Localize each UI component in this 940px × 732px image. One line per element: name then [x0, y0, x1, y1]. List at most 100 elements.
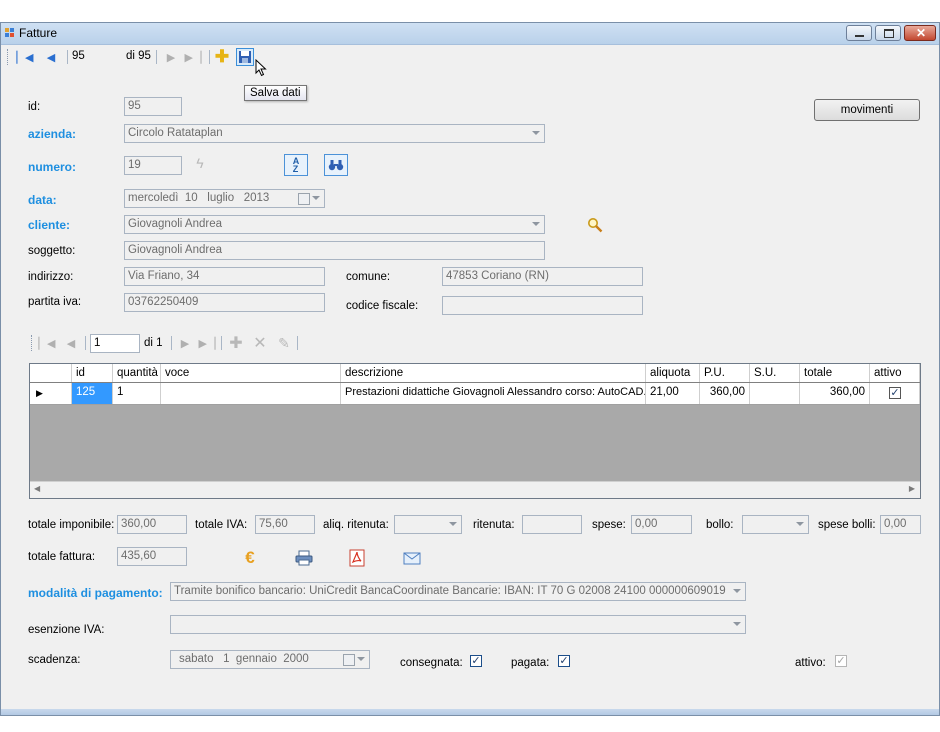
table-row[interactable]: ▶ 125 1 Prestazioni didattiche Giovagnol… — [30, 383, 920, 405]
col-header-attivo[interactable]: attivo — [870, 364, 920, 382]
aliq-ritenuta-combo[interactable] — [394, 515, 462, 534]
sort-az-icon[interactable]: AZ — [284, 154, 308, 176]
delete-row-icon: ✕ — [253, 335, 267, 352]
cliente-combo[interactable]: Giovagnoli Andrea — [124, 215, 545, 234]
bollo-combo[interactable] — [742, 515, 809, 534]
data-date-picker[interactable]: mercoledì 10 luglio 2013 — [124, 189, 325, 208]
cell-id[interactable]: 125 — [72, 383, 113, 404]
col-header-totale[interactable]: totale — [800, 364, 870, 382]
pagata-checkbox[interactable]: ✓ — [558, 655, 570, 667]
cliente-label: cliente: — [28, 218, 71, 232]
close-button[interactable]: ✕ — [904, 25, 936, 41]
title-bar: Fatture ✕ — [1, 23, 939, 45]
soggetto-field[interactable]: Giovagnoli Andrea — [124, 241, 545, 260]
pdf-icon[interactable] — [348, 548, 366, 568]
chevron-down-icon[interactable] — [312, 196, 320, 200]
cell-totale[interactable]: 360,00 — [800, 383, 870, 404]
add-record-icon[interactable]: ✚ — [214, 47, 230, 66]
calendar-icon[interactable] — [298, 193, 310, 205]
totale-iva-field[interactable]: 75,60 — [255, 515, 315, 534]
indirizzo-field[interactable]: Via Friano, 34 — [124, 267, 325, 286]
spese-label: spese: — [592, 519, 626, 531]
data-date: 10 — [184, 192, 198, 204]
totale-fattura-label: totale fattura: — [28, 551, 96, 563]
cell-su[interactable] — [750, 383, 800, 404]
spese-bolli-field[interactable]: 0,00 — [880, 515, 921, 534]
chevron-down-icon[interactable] — [733, 589, 741, 593]
edit-pencil-icon: ✎ — [278, 334, 290, 351]
modalita-pagamento-label: modalità di pagamento: — [28, 586, 163, 600]
consegnata-label: consegnata: — [400, 657, 463, 669]
totale-fattura-field[interactable]: 435,60 — [117, 547, 187, 566]
col-header-pu[interactable]: P.U. — [700, 364, 750, 382]
chevron-down-icon[interactable] — [449, 522, 457, 526]
cell-quantita[interactable]: 1 — [113, 383, 161, 404]
chevron-down-icon[interactable] — [532, 131, 540, 135]
spese-field[interactable]: 0,00 — [631, 515, 692, 534]
partita-iva-field[interactable]: 03762250409 — [124, 293, 325, 312]
col-header-id[interactable]: id — [72, 364, 113, 382]
ritenuta-label: ritenuta: — [473, 519, 515, 531]
col-header-descrizione[interactable]: descrizione — [341, 364, 646, 382]
cell-descrizione[interactable]: Prestazioni didattiche Giovagnoli Alessa… — [341, 383, 646, 404]
chevron-down-icon[interactable] — [357, 657, 365, 661]
azienda-value: Circolo Ratataplan — [128, 127, 223, 139]
id-field[interactable]: 95 — [124, 97, 182, 116]
chevron-down-icon[interactable] — [532, 222, 540, 226]
invoice-lines-grid[interactable]: id quantità voce descrizione aliquota P.… — [29, 363, 921, 499]
previous-record-icon[interactable]: ◀ — [43, 49, 59, 65]
row-position-input[interactable]: 1 — [90, 334, 140, 353]
printer-icon[interactable] — [294, 549, 314, 567]
scroll-left-icon[interactable]: ◀ — [34, 484, 40, 493]
id-label: id: — [28, 101, 41, 113]
email-icon[interactable] — [402, 550, 422, 566]
cell-voce[interactable] — [161, 383, 341, 404]
cell-pu[interactable]: 360,00 — [700, 383, 750, 404]
codice-fiscale-field[interactable] — [442, 296, 643, 315]
modalita-pagamento-combo[interactable]: Tramite bonifico bancario: UniCredit Ban… — [170, 582, 746, 601]
azienda-combo[interactable]: Circolo Ratataplan — [124, 124, 545, 143]
col-header-voce[interactable]: voce — [161, 364, 341, 382]
ritenuta-field[interactable] — [522, 515, 582, 534]
save-data-icon[interactable] — [236, 48, 254, 66]
last-row-icon: ▶▕ — [198, 337, 216, 350]
minimize-button[interactable] — [846, 25, 872, 41]
esenzione-iva-combo[interactable] — [170, 615, 746, 634]
scroll-right-icon[interactable]: ▶ — [909, 484, 915, 493]
consegnata-checkbox[interactable]: ✓ — [470, 655, 482, 667]
first-row-icon: ▏◀ — [38, 337, 56, 350]
add-row-icon: ✚ — [229, 335, 243, 352]
bollo-label: bollo: — [706, 519, 734, 531]
numero-field[interactable]: 19 — [124, 156, 182, 175]
row-attivo-checkbox[interactable]: ✓ — [889, 387, 901, 399]
chevron-down-icon[interactable] — [733, 622, 741, 626]
rows-toolbar-grip[interactable] — [31, 335, 35, 351]
toolbar-grip[interactable] — [7, 49, 11, 65]
calendar-icon[interactable] — [343, 654, 355, 666]
scadenza-date: 1 — [223, 653, 230, 665]
totale-imponibile-field[interactable]: 360,00 — [117, 515, 187, 534]
app-icon — [5, 28, 15, 38]
col-header-quantita[interactable]: quantità — [113, 364, 161, 382]
cell-aliquota[interactable]: 21,00 — [646, 383, 700, 404]
movimenti-button[interactable]: movimenti — [814, 99, 920, 121]
search-client-icon[interactable] — [586, 216, 604, 234]
scadenza-day: sabato — [179, 653, 214, 665]
horizontal-scrollbar[interactable]: ◀ ▶ — [30, 481, 920, 498]
col-header-aliquota[interactable]: aliquota — [646, 364, 700, 382]
cell-attivo[interactable]: ✓ — [870, 383, 920, 404]
maximize-button[interactable] — [875, 25, 901, 41]
totale-imponibile-label: totale imponibile: — [28, 519, 115, 531]
row-selector-icon[interactable]: ▶ — [30, 383, 72, 404]
find-binoculars-icon[interactable] — [324, 154, 348, 176]
first-record-icon[interactable]: ▏◀ — [17, 49, 34, 65]
col-header-su[interactable]: S.U. — [750, 364, 800, 382]
window-bottom-border — [1, 709, 939, 715]
scadenza-label: scadenza: — [28, 654, 81, 666]
comune-field[interactable]: 47853 Coriano (RN) — [442, 267, 643, 286]
euro-icon[interactable]: € — [241, 548, 259, 568]
toolbar-separator — [297, 336, 298, 350]
chevron-down-icon[interactable] — [796, 522, 804, 526]
scadenza-date-picker[interactable]: sabato 1 gennaio 2000 — [170, 650, 370, 669]
record-position-input[interactable]: 95 — [72, 50, 116, 62]
